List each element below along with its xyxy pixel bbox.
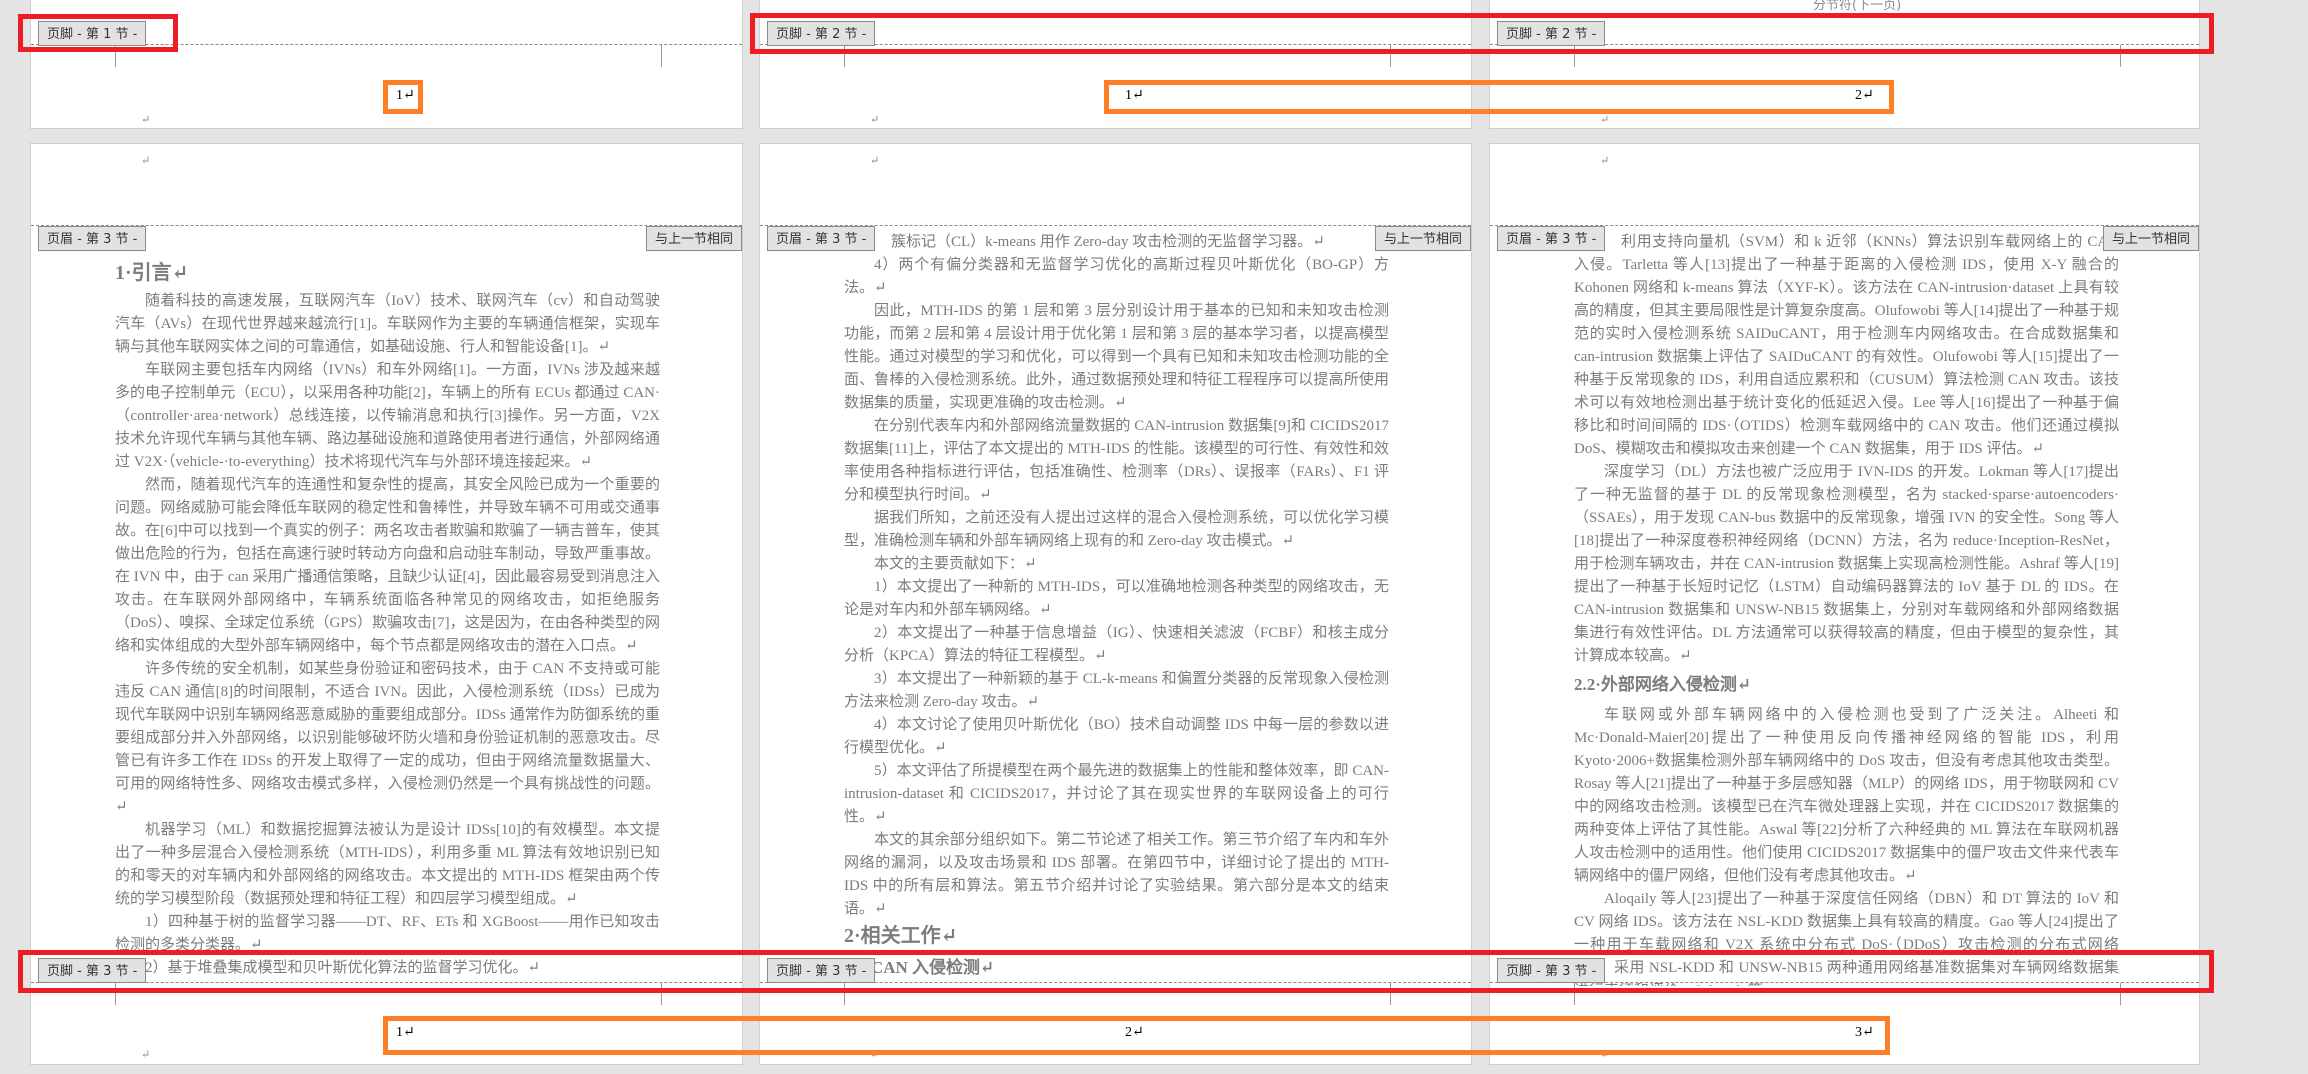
paragraph: 4）本文讨论了使用贝叶斯优化（BO）技术自动调整 IDS 中每一层的参数以进行模…: [844, 717, 1389, 756]
header-section-label[interactable]: 页眉 - 第 3 节 -: [38, 226, 147, 251]
page-bottom-2: ↵ 页眉 - 第 3 节 - 与上一节相同 簇标记（CL）k-means 用作 Zer…: [759, 143, 1472, 1065]
paragraph: Aloqaily 等人[23]提出了一种基于深度信任网络（DBN）和 DT 算法…: [1574, 891, 2119, 986]
margin-mark: [844, 983, 845, 1005]
footer-section-label[interactable]: 页脚 - 第 1 节 -: [38, 21, 147, 46]
paragraph: 车联网主要包括车内网络（IVNs）和车外网络[1]。一方面，IVNs 涉及越来越…: [115, 362, 660, 470]
paragraph-mark: ↵: [1600, 1049, 1610, 1061]
paragraph-mark: ↵: [870, 155, 880, 167]
paragraph: 许多传统的安全机制，如某些身份验证和密码技术，由于 CAN 不支持或可能违反 C…: [115, 661, 660, 815]
page-body[interactable]: 利用支持向量机（SVM）和 k 近邻（KNNs）算法识别车载网络上的 CAN 入…: [1574, 231, 2119, 986]
page-number[interactable]: 1↵: [396, 1024, 415, 1041]
paragraph-mark: ↵: [141, 155, 151, 167]
paragraph: 深度学习（DL）方法也被广泛应用于 IVN-IDS 的开发。Lokman 等人[…: [1574, 464, 2119, 664]
paragraph: 本文的主要贡献如下：↵: [874, 556, 1037, 572]
paragraph: 3）本文提出了一种新颖的基于 CL-k-means 和偏置分类器的反常现象入侵检…: [844, 671, 1389, 710]
paragraph-mark: ↵: [870, 1049, 880, 1061]
paragraph: 车联网或外部车辆网络中的入侵检测也受到了广泛关注。Alheeti 和 Mc·Do…: [1574, 707, 2119, 884]
paragraph-mark: ↵: [141, 1049, 151, 1061]
footer-section-label[interactable]: 页脚 - 第 3 节 -: [767, 958, 876, 983]
page-number[interactable]: 2↵: [1855, 87, 1874, 104]
header-section-label[interactable]: 页眉 - 第 3 节 -: [767, 226, 876, 251]
paragraph: 2）基于堆叠集成模型和贝叶斯优化算法的监督学习优化。↵: [145, 960, 541, 976]
footer-section-label[interactable]: 页脚 - 第 3 节 -: [38, 958, 147, 983]
page-body[interactable]: 簇标记（CL）k-means 用作 Zero-day 攻击检测的无监督学习器。↵…: [844, 231, 1389, 986]
footer-section-label[interactable]: 页脚 - 第 2 节 -: [1497, 21, 1606, 46]
paragraph: 利用支持向量机（SVM）和 k 近邻（KNNs）算法识别车载网络上的 CAN 入…: [1574, 234, 2119, 457]
paragraph: 5）本文评估了所提模型在两个最先进的数据集上的性能和整体效率，即 CAN-int…: [844, 763, 1389, 825]
paragraph: 1）四种基于树的监督学习器——DT、RF、ETs 和 XGBoost——用作已知…: [115, 914, 660, 953]
page-top-3: 页脚 - 第 2 节 - 2↵ ↵: [1489, 0, 2200, 129]
paragraph: 随着科技的高速发展，互联网汽车（IoV）技术、联网汽车（cv）和自动驾驶汽车（A…: [115, 293, 660, 355]
paragraph-mark: ↵: [1600, 155, 1610, 167]
page-number[interactable]: 1↵: [1125, 87, 1144, 104]
margin-mark: [661, 983, 662, 1005]
footer-section-label[interactable]: 页脚 - 第 2 节 -: [767, 21, 876, 46]
page-bottom-3: ↵ 页眉 - 第 3 节 - 与上一节相同 利用支持向量机（SVM）和 k 近邻（KN…: [1489, 143, 2200, 1065]
margin-mark: [1574, 45, 1575, 67]
page-body[interactable]: 1·引言↵ 随着科技的高速发展，互联网汽车（IoV）技术、联网汽车（cv）和自动驾…: [115, 258, 660, 986]
page-bottom-1: ↵ 页眉 - 第 3 节 - 与上一节相同 1·引言↵ 随着科技的高速发展，互联网汽车（…: [30, 143, 743, 1065]
paragraph: 4）两个有偏分类器和无监督学习优化的高斯过程贝叶斯优化（BO-GP）方法。↵: [844, 257, 1389, 296]
paragraph: 本文的其余部分组织如下。第二节论述了相关工作。第三节介绍了车内和车外网络的漏洞，…: [844, 832, 1389, 917]
margin-mark: [2120, 45, 2121, 67]
paragraph-mark: ↵: [870, 114, 880, 126]
paragraph: 1）本文提出了一种新的 MTH-IDS，可以准确地检测各种类型的网络攻击，无论是…: [844, 579, 1389, 618]
paragraph-mark: ↵: [141, 114, 151, 126]
margin-mark: [115, 983, 116, 1005]
paragraph: 因此，MTH-IDS 的第 1 层和第 3 层分别设计用于基本的已知和未知攻击检…: [844, 303, 1389, 411]
subsection-heading: 2.2·外部网络入侵检测↵: [1574, 670, 2119, 700]
header-section-label[interactable]: 页眉 - 第 3 节 -: [1497, 226, 1606, 251]
paragraph: 在分别代表车内和外部网络流量数据的 CAN-intrusion 数据集[9]和 …: [844, 418, 1389, 503]
paragraph: 簇标记（CL）k-means 用作 Zero-day 攻击检测的无监督学习器。↵: [891, 234, 1325, 250]
subsection-heading: 2.1·CAN 入侵检测↵: [844, 953, 1389, 983]
margin-mark: [1390, 983, 1391, 1005]
link-to-previous-label[interactable]: 与上一节相同: [1374, 226, 1471, 251]
footer-section-label[interactable]: 页脚 - 第 3 节 -: [1497, 958, 1606, 983]
margin-mark: [115, 45, 116, 67]
margin-mark: [2120, 983, 2121, 1005]
section-heading: 2·相关工作↵: [844, 921, 1389, 951]
margin-mark: [661, 45, 662, 67]
margin-mark: [1574, 983, 1575, 1005]
page-number[interactable]: 2↵: [1125, 1024, 1144, 1041]
paragraph: 机器学习（ML）和数据挖掘算法被认为是设计 IDSs[10]的有效模型。本文提出…: [115, 822, 660, 907]
page-top-2: 页脚 - 第 2 节 - 1↵ ↵: [759, 0, 1472, 129]
paragraph: 然而，随着现代汽车的连通性和复杂性的提高，其安全风险已成为一个重要的问题。网络威…: [115, 477, 660, 654]
page-number[interactable]: 1↵: [396, 87, 415, 104]
section-break-label: 分节符(下一页): [1813, 0, 1902, 13]
margin-mark: [844, 45, 845, 67]
link-to-previous-label[interactable]: 与上一节相同: [2102, 226, 2199, 251]
link-to-previous-label[interactable]: 与上一节相同: [645, 226, 742, 251]
section-heading: 1·引言↵: [115, 258, 660, 288]
paragraph: 据我们所知，之前还没有人提出过这样的混合入侵检测系统，可以优化学习模型，准确检测…: [844, 510, 1389, 549]
paragraph-mark: ↵: [1600, 114, 1610, 126]
paragraph: 2）本文提出了一种基于信息增益（IG）、快速相关滤波（FCBF）和核主成分分析（…: [844, 625, 1389, 664]
page-top-1: 页脚 - 第 1 节 - 1↵ ↵: [30, 0, 743, 129]
margin-mark: [1390, 45, 1391, 67]
page-number[interactable]: 3↵: [1855, 1024, 1874, 1041]
